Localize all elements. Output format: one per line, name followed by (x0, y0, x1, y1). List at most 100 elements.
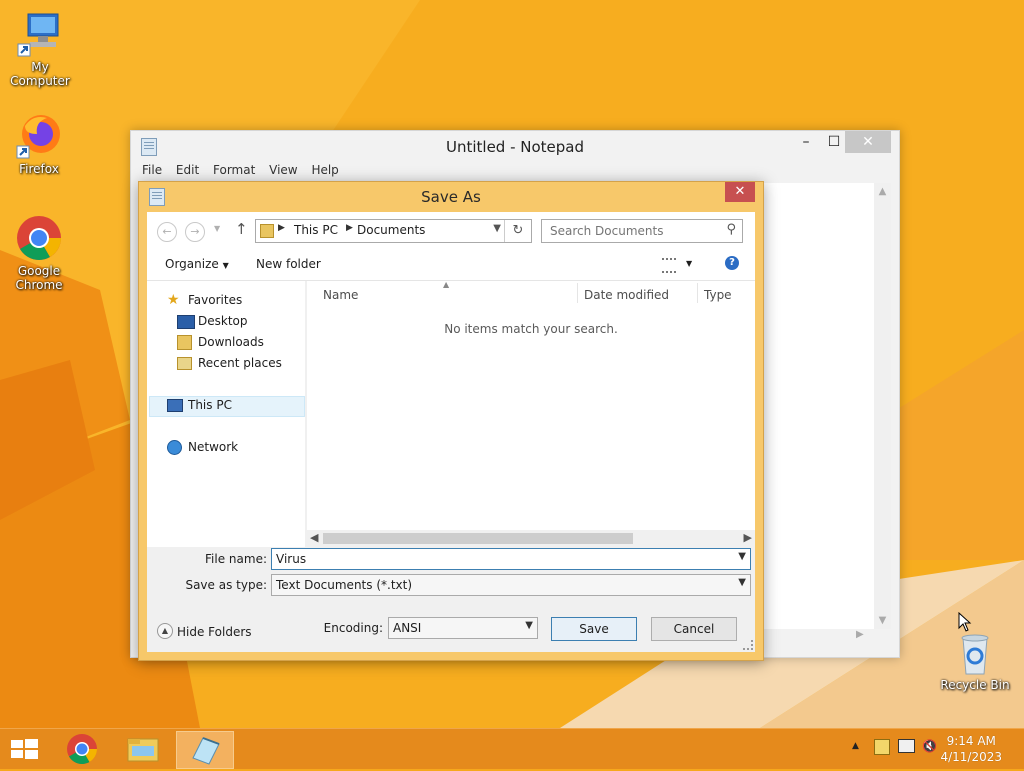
encoding-select[interactable]: ANSI ▼ (388, 617, 538, 639)
column-type[interactable]: Type (704, 288, 732, 302)
search-icon[interactable]: ⚲ (726, 222, 736, 237)
taskbar-notepad[interactable] (176, 731, 234, 769)
encoding-label: Encoding: (323, 621, 383, 635)
help-icon[interactable]: ? (725, 256, 739, 270)
navigation-bar: ← → ▼ ↑ ▶ This PC ▶ Documents ▼ ↻ Search… (147, 212, 755, 248)
breadcrumb-this-pc[interactable]: This PC (294, 223, 338, 237)
resize-grip[interactable] (743, 640, 753, 650)
notepad-menubar: File Edit Format View Help (131, 161, 899, 181)
downloads-folder-icon (177, 335, 192, 350)
desktop-icon-my-computer[interactable]: My Computer (0, 10, 80, 88)
nav-this-pc[interactable]: This PC (188, 398, 232, 412)
view-chevron-down-icon[interactable]: ▼ (686, 259, 692, 268)
column-name[interactable]: Name (323, 288, 358, 302)
back-arrow-icon: ← (162, 225, 172, 238)
chevron-down-icon[interactable]: ▼ (738, 551, 746, 562)
file-explorer-icon (127, 738, 159, 762)
cancel-button[interactable]: Cancel (651, 617, 737, 641)
firefox-icon (15, 112, 63, 160)
taskbar-file-explorer[interactable] (115, 731, 171, 767)
refresh-button[interactable]: ↻ (504, 220, 531, 242)
save-as-type-label: Save as type: (185, 578, 267, 592)
desktop-icon-label: Google Chrome (15, 264, 63, 292)
file-list-pane: Name ▲ Date modified Type No items match… (307, 280, 755, 547)
sort-ascending-icon: ▲ (443, 280, 450, 289)
close-icon: ✕ (862, 134, 874, 150)
refresh-icon: ↻ (512, 223, 524, 238)
back-button[interactable]: ← (157, 222, 177, 242)
scroll-up-icon[interactable]: ▲ (874, 183, 891, 200)
notepad-close-button[interactable]: ✕ (845, 131, 891, 153)
up-one-level-button[interactable]: ↑ (235, 220, 248, 238)
notepad-text-area[interactable] (761, 183, 889, 629)
minimize-button[interactable]: – (791, 131, 821, 153)
desktop-icon-firefox[interactable]: Firefox (0, 112, 79, 176)
column-date-modified[interactable]: Date modified (584, 288, 669, 302)
scroll-right-icon[interactable]: ▶ (744, 531, 752, 544)
save-as-type-select[interactable]: Text Documents (*.txt) ▼ (271, 574, 751, 596)
chevron-down-icon[interactable]: ▼ (493, 223, 501, 234)
notepad-title: Untitled - Notepad (445, 138, 585, 156)
close-icon: ✕ (734, 184, 746, 199)
nav-favorites[interactable]: Favorites (188, 293, 242, 307)
notepad-titlebar[interactable]: Untitled - Notepad – ☐ ✕ (131, 131, 899, 161)
chrome-icon (15, 214, 63, 262)
desktop-icon (177, 315, 195, 329)
new-folder-button[interactable]: New folder (256, 257, 321, 271)
menu-view[interactable]: View (264, 161, 302, 179)
forward-button[interactable]: → (185, 222, 205, 242)
file-list-horizontal-scrollbar[interactable]: ◀ ▶ (307, 530, 755, 547)
column-separator[interactable] (697, 283, 698, 303)
view-options-icon[interactable] (662, 258, 676, 273)
desktop-icon-label: My Computer (10, 60, 70, 88)
organize-button[interactable]: Organize ▼ (165, 257, 229, 271)
taskbar-clock[interactable]: 9:14 AM 4/11/2023 (940, 733, 1002, 765)
search-input[interactable] (542, 220, 712, 242)
file-name-input[interactable] (272, 549, 718, 569)
start-button[interactable] (0, 731, 48, 767)
menu-format[interactable]: Format (208, 161, 260, 179)
desktop-icon-chrome[interactable]: Google Chrome (0, 214, 79, 292)
menu-edit[interactable]: Edit (171, 161, 204, 179)
breadcrumb-separator-icon: ▶ (346, 223, 353, 233)
show-hidden-icons-chevron-icon[interactable]: ▲ (852, 741, 859, 751)
column-separator[interactable] (577, 283, 578, 303)
chevron-down-icon: ▼ (222, 261, 229, 270)
notepad-icon (192, 737, 220, 765)
nav-desktop[interactable]: Desktop (198, 314, 248, 328)
scroll-left-icon[interactable]: ◀ (310, 531, 318, 544)
menu-help[interactable]: Help (306, 161, 343, 179)
network-status-icon[interactable] (898, 739, 915, 753)
breadcrumb-documents[interactable]: Documents (357, 223, 425, 237)
nav-downloads[interactable]: Downloads (198, 335, 264, 349)
computer-icon (16, 10, 64, 58)
address-bar[interactable]: ▶ This PC ▶ Documents ▼ ↻ (255, 219, 532, 243)
taskbar-chrome[interactable] (54, 731, 110, 767)
menu-file[interactable]: File (137, 161, 167, 179)
collapse-up-icon: ▲ (157, 623, 173, 639)
chevron-down-icon: ▼ (738, 577, 746, 588)
empty-folder-message: No items match your search. (444, 322, 618, 336)
file-name-combobox: ▼ (271, 548, 751, 570)
desktop-icon-recycle-bin[interactable]: Recycle Bin (935, 630, 1015, 692)
volume-muted-icon[interactable]: 🔇 (922, 739, 937, 753)
nav-network[interactable]: Network (188, 440, 238, 454)
recent-locations-chevron-icon[interactable]: ▼ (214, 224, 220, 233)
action-center-flag-icon[interactable] (874, 739, 890, 755)
scroll-down-icon[interactable]: ▼ (874, 612, 891, 629)
favorites-star-icon: ★ (167, 292, 180, 308)
hscroll-right-icon[interactable]: ▶ (856, 629, 864, 640)
breadcrumb-separator-icon: ▶ (278, 223, 285, 233)
save-as-close-button[interactable]: ✕ (725, 182, 755, 202)
nav-recent-places[interactable]: Recent places (198, 356, 282, 370)
notepad-vertical-scrollbar[interactable]: ▲ ▼ (874, 183, 891, 629)
save-as-body: ← → ▼ ↑ ▶ This PC ▶ Documents ▼ ↻ Search… (147, 212, 755, 652)
clock-date: 4/11/2023 (940, 750, 1002, 764)
this-pc-icon (167, 399, 183, 412)
file-name-label: File name: (205, 552, 267, 566)
scrollbar-thumb[interactable] (323, 533, 633, 544)
save-button[interactable]: Save (551, 617, 637, 641)
save-as-titlebar[interactable]: Save As ✕ (139, 182, 763, 210)
recycle-bin-icon (951, 630, 999, 676)
up-arrow-icon: ↑ (235, 220, 248, 238)
